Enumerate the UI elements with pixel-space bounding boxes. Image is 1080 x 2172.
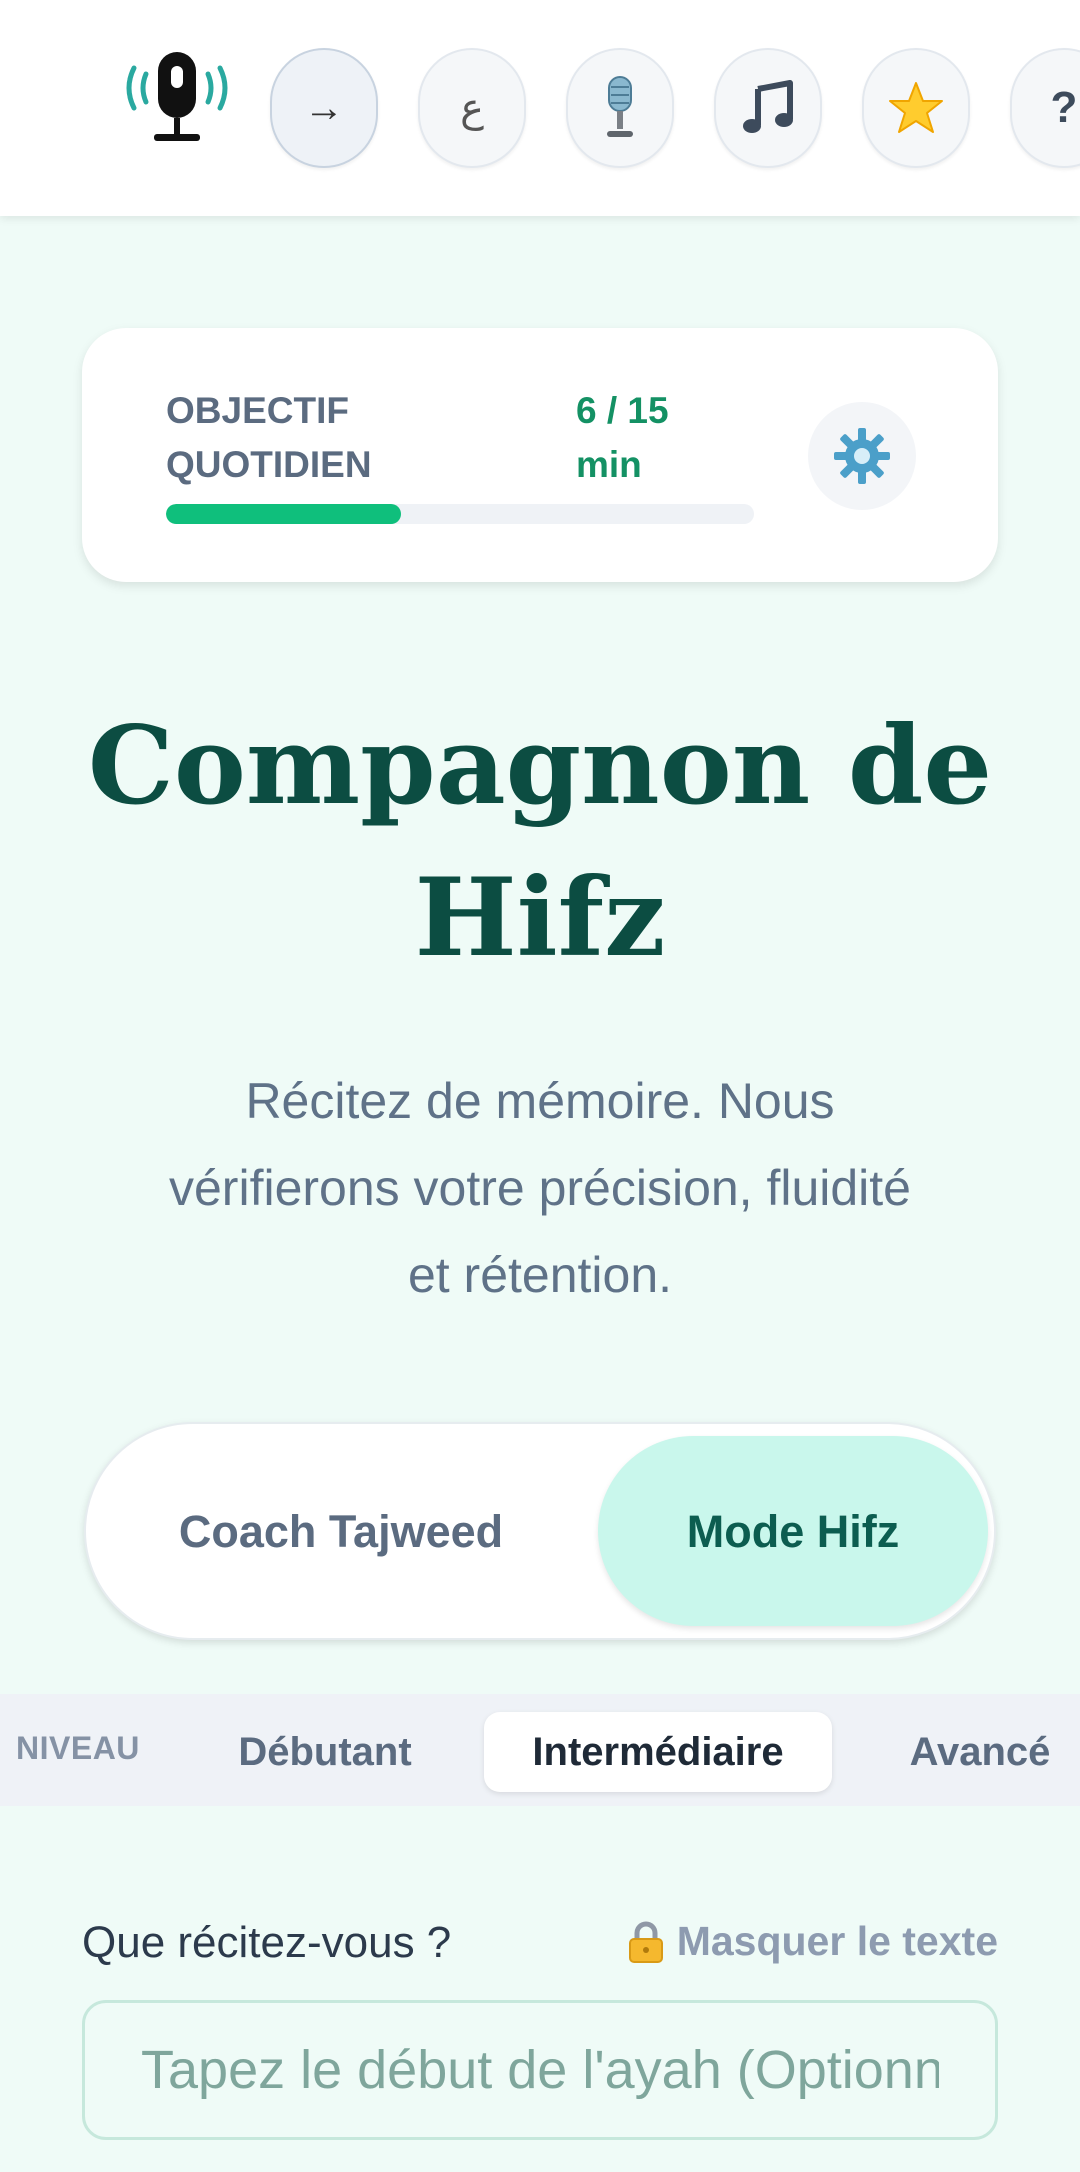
arabic-letter-ain-icon[interactable]: ع: [418, 48, 526, 168]
daily-goal-card: OBJECTIF QUOTIDIEN 6 / 15 min: [82, 328, 998, 582]
goal-progress-fill: [166, 504, 402, 524]
goal-progress-bar: [166, 504, 754, 524]
mode-hifz-button[interactable]: Mode Hifz: [598, 1436, 988, 1626]
level-selector: NIVEAU Débutant Intermédiaire Avancé: [0, 1694, 1080, 1806]
help-question-icon[interactable]: ?: [1010, 48, 1080, 168]
goal-value: 6 / 15 min: [576, 390, 669, 485]
studio-microphone-icon[interactable]: [566, 48, 674, 168]
page-subtitle: Récitez de mémoire. Nous vérifierons vot…: [169, 1073, 911, 1303]
arrow-right-icon[interactable]: →: [270, 48, 378, 168]
level-beginner-button[interactable]: Débutant: [210, 1712, 440, 1792]
level-label: NIVEAU: [16, 1730, 140, 1766]
lock-icon: [627, 1920, 665, 1964]
music-notes-icon[interactable]: [714, 48, 822, 168]
level-advanced-button[interactable]: Avancé: [880, 1712, 1080, 1792]
star-icon[interactable]: [862, 48, 970, 168]
ayah-search-input[interactable]: [82, 2000, 998, 2140]
mask-text-button[interactable]: Masquer le texte: [627, 1918, 998, 1965]
mode-toggle: Coach Tajweed Mode Hifz: [84, 1422, 996, 1640]
level-intermediate-button[interactable]: Intermédiaire: [484, 1712, 832, 1792]
top-nav-bar: → ع ?: [0, 0, 1080, 216]
mask-text-label: Masquer le texte: [676, 1918, 998, 1964]
recitation-label: Que récitez-vous ?: [82, 1918, 452, 1967]
page-title: Compagnon de Hifz: [87, 703, 993, 981]
goal-label: OBJECTIF QUOTIDIEN: [166, 390, 372, 485]
gear-icon[interactable]: [808, 402, 916, 510]
mode-coach-tajweed-button[interactable]: Coach Tajweed: [146, 1436, 536, 1626]
broadcasting-microphone-icon[interactable]: [118, 46, 236, 146]
